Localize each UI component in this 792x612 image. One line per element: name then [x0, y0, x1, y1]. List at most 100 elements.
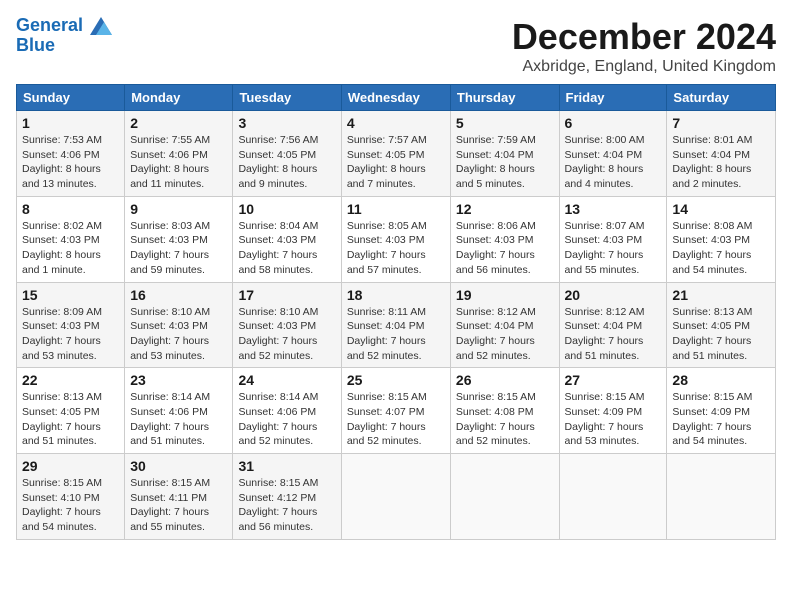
day-number: 1: [22, 115, 119, 131]
calendar-cell: [341, 454, 450, 540]
header-thursday: Thursday: [450, 85, 559, 111]
calendar-title-area: December 2024 Axbridge, England, United …: [512, 16, 776, 76]
calendar-header-row: Sunday Monday Tuesday Wednesday Thursday…: [17, 85, 776, 111]
day-info: Sunrise: 8:15 AM Sunset: 4:08 PM Dayligh…: [456, 390, 554, 449]
calendar-cell: 2 Sunrise: 7:55 AM Sunset: 4:06 PM Dayli…: [125, 111, 233, 197]
day-number: 11: [347, 201, 445, 217]
day-info: Sunrise: 8:11 AM Sunset: 4:04 PM Dayligh…: [347, 305, 445, 364]
day-number: 16: [130, 287, 227, 303]
week-row-2: 8 Sunrise: 8:02 AM Sunset: 4:03 PM Dayli…: [17, 196, 776, 282]
day-info: Sunrise: 7:59 AM Sunset: 4:04 PM Dayligh…: [456, 133, 554, 192]
calendar-cell: 21 Sunrise: 8:13 AM Sunset: 4:05 PM Dayl…: [667, 282, 776, 368]
day-number: 13: [565, 201, 662, 217]
calendar-cell: 15 Sunrise: 8:09 AM Sunset: 4:03 PM Dayl…: [17, 282, 125, 368]
day-number: 29: [22, 458, 119, 474]
logo-text: General: [16, 16, 114, 36]
day-number: 25: [347, 372, 445, 388]
day-info: Sunrise: 8:14 AM Sunset: 4:06 PM Dayligh…: [130, 390, 227, 449]
calendar-cell: 1 Sunrise: 7:53 AM Sunset: 4:06 PM Dayli…: [17, 111, 125, 197]
day-number: 20: [565, 287, 662, 303]
day-info: Sunrise: 7:55 AM Sunset: 4:06 PM Dayligh…: [130, 133, 227, 192]
day-number: 4: [347, 115, 445, 131]
day-info: Sunrise: 8:15 AM Sunset: 4:07 PM Dayligh…: [347, 390, 445, 449]
day-number: 26: [456, 372, 554, 388]
day-number: 28: [672, 372, 770, 388]
day-info: Sunrise: 8:10 AM Sunset: 4:03 PM Dayligh…: [238, 305, 335, 364]
calendar-cell: 24 Sunrise: 8:14 AM Sunset: 4:06 PM Dayl…: [233, 368, 341, 454]
calendar-cell: 14 Sunrise: 8:08 AM Sunset: 4:03 PM Dayl…: [667, 196, 776, 282]
header-friday: Friday: [559, 85, 667, 111]
day-number: 14: [672, 201, 770, 217]
calendar-cell: 26 Sunrise: 8:15 AM Sunset: 4:08 PM Dayl…: [450, 368, 559, 454]
calendar-cell: 27 Sunrise: 8:15 AM Sunset: 4:09 PM Dayl…: [559, 368, 667, 454]
calendar-title: December 2024: [512, 16, 776, 58]
day-number: 6: [565, 115, 662, 131]
day-info: Sunrise: 7:56 AM Sunset: 4:05 PM Dayligh…: [238, 133, 335, 192]
calendar-cell: 18 Sunrise: 8:11 AM Sunset: 4:04 PM Dayl…: [341, 282, 450, 368]
day-number: 22: [22, 372, 119, 388]
calendar-cell: 16 Sunrise: 8:10 AM Sunset: 4:03 PM Dayl…: [125, 282, 233, 368]
day-number: 24: [238, 372, 335, 388]
day-number: 2: [130, 115, 227, 131]
day-info: Sunrise: 8:13 AM Sunset: 4:05 PM Dayligh…: [22, 390, 119, 449]
header-monday: Monday: [125, 85, 233, 111]
calendar-cell: [559, 454, 667, 540]
logo-blue: Blue: [16, 36, 114, 56]
calendar-table: Sunday Monday Tuesday Wednesday Thursday…: [16, 84, 776, 540]
day-info: Sunrise: 8:15 AM Sunset: 4:10 PM Dayligh…: [22, 476, 119, 535]
day-number: 19: [456, 287, 554, 303]
day-number: 21: [672, 287, 770, 303]
calendar-cell: 3 Sunrise: 7:56 AM Sunset: 4:05 PM Dayli…: [233, 111, 341, 197]
calendar-subtitle: Axbridge, England, United Kingdom: [512, 58, 776, 76]
calendar-cell: 7 Sunrise: 8:01 AM Sunset: 4:04 PM Dayli…: [667, 111, 776, 197]
day-info: Sunrise: 8:12 AM Sunset: 4:04 PM Dayligh…: [456, 305, 554, 364]
calendar-cell: [450, 454, 559, 540]
calendar-cell: 6 Sunrise: 8:00 AM Sunset: 4:04 PM Dayli…: [559, 111, 667, 197]
calendar-cell: 10 Sunrise: 8:04 AM Sunset: 4:03 PM Dayl…: [233, 196, 341, 282]
day-info: Sunrise: 8:04 AM Sunset: 4:03 PM Dayligh…: [238, 219, 335, 278]
calendar-cell: 13 Sunrise: 8:07 AM Sunset: 4:03 PM Dayl…: [559, 196, 667, 282]
day-number: 3: [238, 115, 335, 131]
header-wednesday: Wednesday: [341, 85, 450, 111]
week-row-5: 29 Sunrise: 8:15 AM Sunset: 4:10 PM Dayl…: [17, 454, 776, 540]
week-row-3: 15 Sunrise: 8:09 AM Sunset: 4:03 PM Dayl…: [17, 282, 776, 368]
day-info: Sunrise: 8:15 AM Sunset: 4:11 PM Dayligh…: [130, 476, 227, 535]
calendar-cell: 28 Sunrise: 8:15 AM Sunset: 4:09 PM Dayl…: [667, 368, 776, 454]
day-info: Sunrise: 8:06 AM Sunset: 4:03 PM Dayligh…: [456, 219, 554, 278]
day-number: 31: [238, 458, 335, 474]
day-info: Sunrise: 8:15 AM Sunset: 4:09 PM Dayligh…: [565, 390, 662, 449]
day-number: 18: [347, 287, 445, 303]
calendar-cell: 29 Sunrise: 8:15 AM Sunset: 4:10 PM Dayl…: [17, 454, 125, 540]
header-sunday: Sunday: [17, 85, 125, 111]
day-number: 5: [456, 115, 554, 131]
day-info: Sunrise: 7:53 AM Sunset: 4:06 PM Dayligh…: [22, 133, 119, 192]
day-info: Sunrise: 8:07 AM Sunset: 4:03 PM Dayligh…: [565, 219, 662, 278]
day-info: Sunrise: 8:12 AM Sunset: 4:04 PM Dayligh…: [565, 305, 662, 364]
day-number: 27: [565, 372, 662, 388]
day-number: 7: [672, 115, 770, 131]
day-info: Sunrise: 8:10 AM Sunset: 4:03 PM Dayligh…: [130, 305, 227, 364]
calendar-cell: 25 Sunrise: 8:15 AM Sunset: 4:07 PM Dayl…: [341, 368, 450, 454]
day-info: Sunrise: 8:08 AM Sunset: 4:03 PM Dayligh…: [672, 219, 770, 278]
header-tuesday: Tuesday: [233, 85, 341, 111]
day-number: 23: [130, 372, 227, 388]
day-info: Sunrise: 8:15 AM Sunset: 4:12 PM Dayligh…: [238, 476, 335, 535]
day-info: Sunrise: 8:13 AM Sunset: 4:05 PM Dayligh…: [672, 305, 770, 364]
logo: General Blue: [16, 16, 114, 56]
week-row-4: 22 Sunrise: 8:13 AM Sunset: 4:05 PM Dayl…: [17, 368, 776, 454]
calendar-cell: 9 Sunrise: 8:03 AM Sunset: 4:03 PM Dayli…: [125, 196, 233, 282]
day-number: 15: [22, 287, 119, 303]
calendar-cell: 23 Sunrise: 8:14 AM Sunset: 4:06 PM Dayl…: [125, 368, 233, 454]
page-header: General Blue December 2024 Axbridge, Eng…: [16, 16, 776, 76]
day-info: Sunrise: 8:05 AM Sunset: 4:03 PM Dayligh…: [347, 219, 445, 278]
calendar-cell: 20 Sunrise: 8:12 AM Sunset: 4:04 PM Dayl…: [559, 282, 667, 368]
calendar-cell: 19 Sunrise: 8:12 AM Sunset: 4:04 PM Dayl…: [450, 282, 559, 368]
header-saturday: Saturday: [667, 85, 776, 111]
logo-icon: [90, 17, 112, 35]
calendar-cell: 4 Sunrise: 7:57 AM Sunset: 4:05 PM Dayli…: [341, 111, 450, 197]
day-info: Sunrise: 8:15 AM Sunset: 4:09 PM Dayligh…: [672, 390, 770, 449]
day-info: Sunrise: 7:57 AM Sunset: 4:05 PM Dayligh…: [347, 133, 445, 192]
week-row-1: 1 Sunrise: 7:53 AM Sunset: 4:06 PM Dayli…: [17, 111, 776, 197]
day-info: Sunrise: 8:02 AM Sunset: 4:03 PM Dayligh…: [22, 219, 119, 278]
day-info: Sunrise: 8:14 AM Sunset: 4:06 PM Dayligh…: [238, 390, 335, 449]
